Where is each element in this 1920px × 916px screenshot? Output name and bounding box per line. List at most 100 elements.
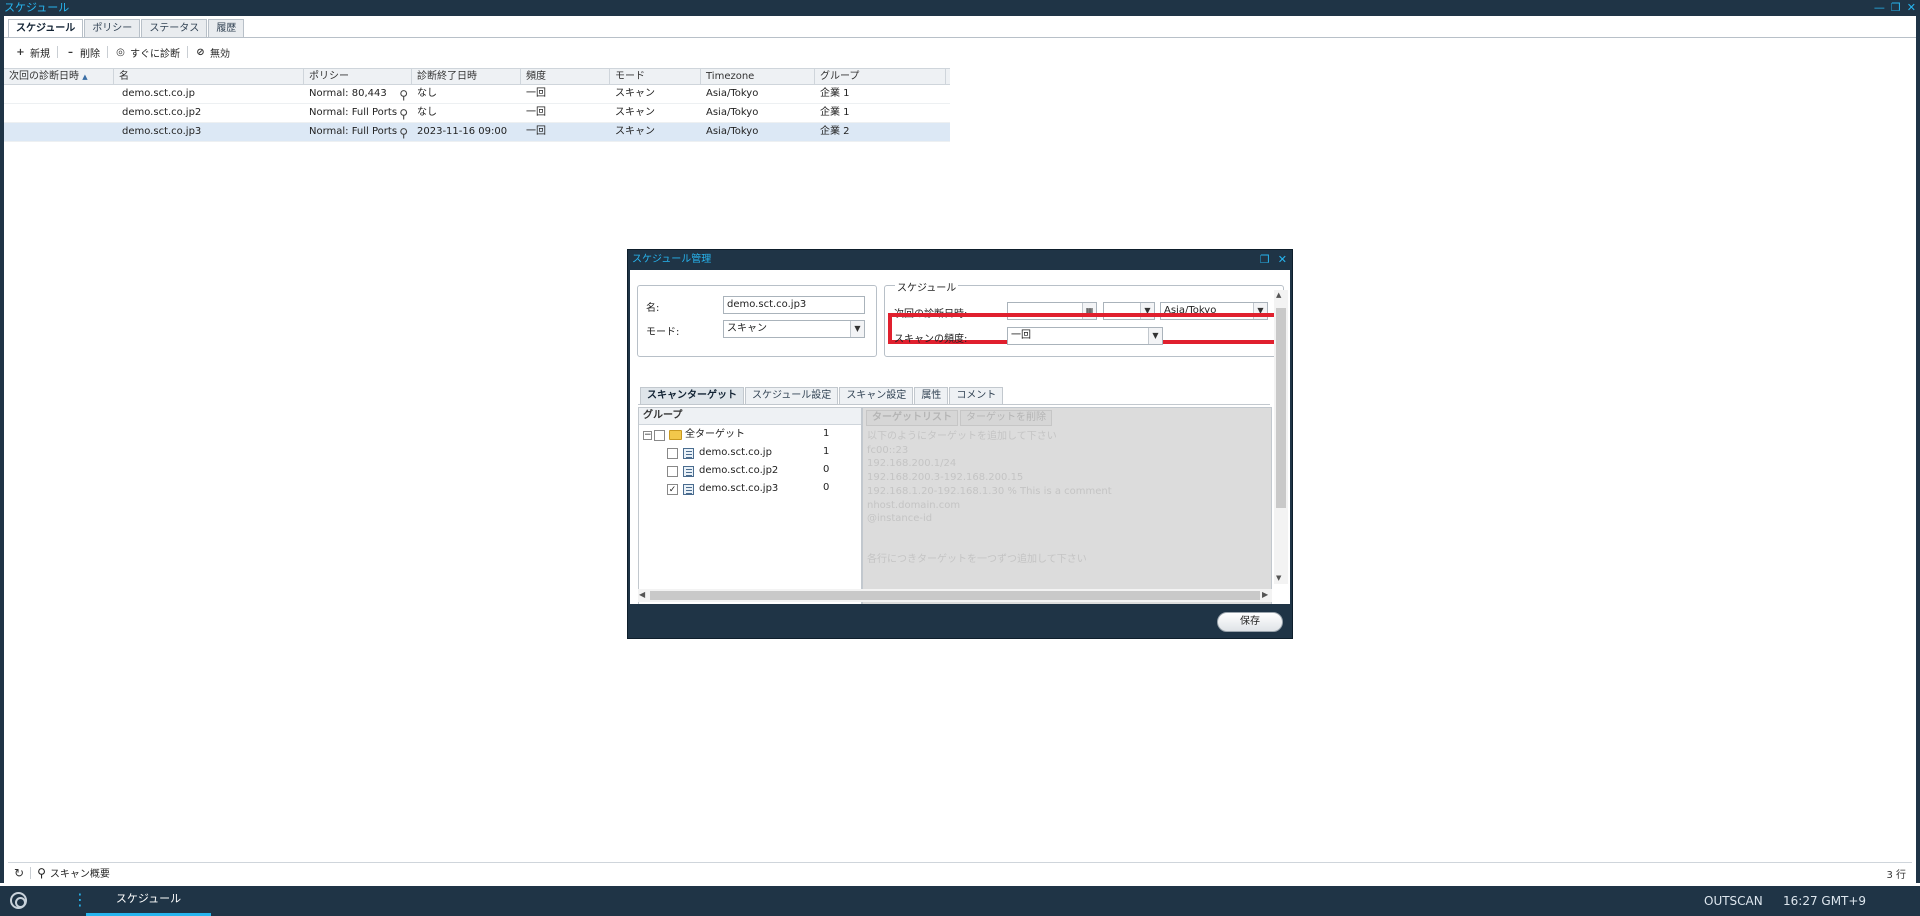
search-icon[interactable]: ⚲ (399, 86, 408, 103)
column-header-policy[interactable]: ポリシー (304, 69, 412, 84)
cell-name: demo.sct.co.jp3 (122, 126, 202, 137)
column-header-group[interactable]: グループ (815, 69, 946, 84)
collapse-icon[interactable]: − (643, 431, 652, 440)
cell-timezone: Asia/Tokyo (706, 107, 759, 118)
scroll-thumb[interactable] (1276, 308, 1286, 508)
tab-attributes[interactable]: 属性 (914, 387, 949, 404)
target-group-tree: グループ − 全ターゲット 1 demo.sct.co.jp 1 demo.sc… (638, 407, 862, 604)
schedule-management-dialog: スケジュール管理 ❐ ✕ 名: demo.sct.co.jp3 モード: スキャ… (627, 249, 1293, 639)
delete-button[interactable]: – 削除 (58, 45, 107, 60)
tab-history[interactable]: 履歴 (208, 19, 245, 37)
column-header-name[interactable]: 名 (114, 69, 304, 84)
tree-label-target[interactable]: demo.sct.co.jp3 (699, 481, 778, 497)
column-header-end-time[interactable]: 診断終了日時 (412, 69, 521, 84)
tree-label-target[interactable]: demo.sct.co.jp2 (699, 463, 778, 479)
radar-icon: ◎ (116, 46, 125, 58)
sort-ascending-icon: ▲ (82, 73, 88, 81)
hint-line: fc00::23 (867, 444, 909, 456)
checkbox-target[interactable] (667, 448, 678, 459)
cell-next-scan (4, 123, 114, 141)
cell-frequency: 一回 (526, 88, 546, 99)
mode-select[interactable]: スキャン ▼ (723, 320, 865, 338)
cell-group: 企業 2 (820, 126, 850, 137)
cell-policy: Normal: Full Ports ⚲ (309, 105, 408, 122)
chevron-down-icon[interactable]: ▼ (850, 321, 864, 337)
scan-now-button-label: すぐに診断 (130, 48, 180, 60)
restore-icon[interactable]: ❐ (1891, 0, 1901, 16)
scroll-left-icon[interactable]: ◀ (639, 590, 645, 599)
search-icon[interactable]: ⚲ (399, 124, 408, 141)
cell-timezone: Asia/Tokyo (706, 126, 759, 137)
checkbox-all-targets[interactable] (654, 430, 665, 441)
cell-end-time: なし (417, 107, 437, 118)
tab-divider (4, 37, 1916, 38)
dialog-title-bar[interactable]: スケジュール管理 ❐ ✕ (628, 250, 1292, 270)
hint-line (867, 526, 1112, 553)
scroll-thumb[interactable] (650, 591, 1260, 600)
table-row-selected[interactable]: demo.sct.co.jp3 Normal: Full Ports ⚲ 2023… (4, 123, 950, 142)
refresh-icon[interactable]: ↻ (14, 866, 24, 880)
delete-target-button: ターゲットを削除 (960, 410, 1052, 426)
tab-status[interactable]: ステータス (141, 19, 208, 37)
scan-summary-link[interactable]: スキャン概要 (50, 865, 110, 880)
restore-icon[interactable]: ❐ (1260, 250, 1270, 269)
table-row[interactable]: demo.sct.co.jp Normal: 80,443 ⚲ なし 一回 スキャ… (4, 85, 950, 104)
table-row[interactable]: demo.sct.co.jp2 Normal: Full Ports ⚲ なし 一… (4, 104, 950, 123)
delete-button-label: 削除 (80, 48, 100, 60)
minimize-icon[interactable]: — (1874, 0, 1885, 16)
tab-schedule[interactable]: スケジュール (8, 19, 84, 37)
column-header-next-scan[interactable]: 次回の診断日時 ▲ (4, 69, 114, 84)
column-header-mode[interactable]: モード (610, 69, 701, 84)
brand-label: OUTSCAN (1704, 894, 1763, 908)
tree-count: 1 (823, 428, 830, 439)
more-vertical-icon[interactable]: ⋮ (72, 890, 88, 909)
checkbox-target-checked[interactable]: ✓ (667, 484, 678, 495)
status-divider (30, 866, 32, 879)
target-icon (683, 466, 694, 477)
target-list-textarea[interactable]: 以下のようにターゲットを追加して下さい fc00::23 192.168.200.1… (867, 430, 1112, 567)
schedule-table: 次回の診断日時 ▲ 名 ポリシー 診断終了日時 頻度 モード Timezone … (4, 68, 950, 142)
dialog-tab-divider (638, 404, 1270, 405)
tab-comments[interactable]: コメント (949, 387, 1004, 404)
new-button[interactable]: + 新規 (8, 45, 57, 60)
new-button-label: 新規 (30, 48, 50, 60)
search-icon[interactable]: ⚲ (399, 105, 408, 122)
plus-icon: + (16, 46, 25, 58)
app-logo-icon[interactable] (10, 892, 27, 909)
close-icon[interactable]: ✕ (1278, 250, 1287, 269)
basic-settings-fieldset: 名: demo.sct.co.jp3 モード: スキャン ▼ (637, 285, 877, 357)
cell-next-scan (4, 85, 114, 103)
frequency-select[interactable]: 一回 ▼ (1007, 327, 1163, 345)
disable-button[interactable]: ⊘ 無効 (188, 45, 237, 60)
scroll-down-icon[interactable]: ▼ (1276, 574, 1281, 582)
dialog-title: スケジュール管理 (632, 254, 712, 265)
name-field[interactable]: demo.sct.co.jp3 (723, 296, 865, 314)
taskbar: ⋮ スケジュール OUTSCAN 16:27 GMT+9 (0, 886, 1920, 916)
cell-frequency: 一回 (526, 126, 546, 137)
horizontal-scrollbar[interactable]: ◀ ▶ (638, 589, 1272, 602)
chevron-down-icon[interactable]: ▼ (1148, 328, 1162, 344)
prohibited-icon: ⊘ (196, 46, 205, 58)
taskbar-item-schedule[interactable]: スケジュール (86, 886, 211, 916)
tab-scan-targets[interactable]: スキャンターゲット (640, 387, 744, 404)
dialog-tabs: スキャンターゲット スケジュール設定 スキャン設定 属性 コメント (640, 387, 1004, 404)
scan-now-button[interactable]: ◎ すぐに診断 (108, 45, 187, 60)
tree-label-target[interactable]: demo.sct.co.jp (699, 445, 772, 461)
vertical-scrollbar[interactable]: ▲ ▼ (1274, 290, 1288, 584)
disable-button-label: 無効 (210, 48, 230, 60)
hint-line: 以下のようにターゲットを追加して下さい (867, 431, 1057, 442)
column-header-frequency[interactable]: 頻度 (521, 69, 610, 84)
scroll-right-icon[interactable]: ▶ (1262, 590, 1268, 599)
folder-icon (669, 430, 682, 440)
target-list-tab: ターゲットリスト (866, 410, 958, 426)
scroll-up-icon[interactable]: ▲ (1276, 291, 1281, 299)
checkbox-target[interactable] (667, 466, 678, 477)
tree-label-all-targets[interactable]: 全ターゲット (685, 427, 745, 443)
save-button[interactable]: 保存 (1217, 612, 1283, 632)
tab-scan-settings[interactable]: スキャン設定 (839, 387, 914, 404)
close-icon[interactable]: ✕ (1907, 0, 1916, 16)
tab-schedule-settings[interactable]: スケジュール設定 (745, 387, 839, 404)
tab-policy[interactable]: ポリシー (84, 19, 141, 37)
column-header-timezone[interactable]: Timezone (701, 69, 815, 84)
target-icon (683, 448, 694, 459)
